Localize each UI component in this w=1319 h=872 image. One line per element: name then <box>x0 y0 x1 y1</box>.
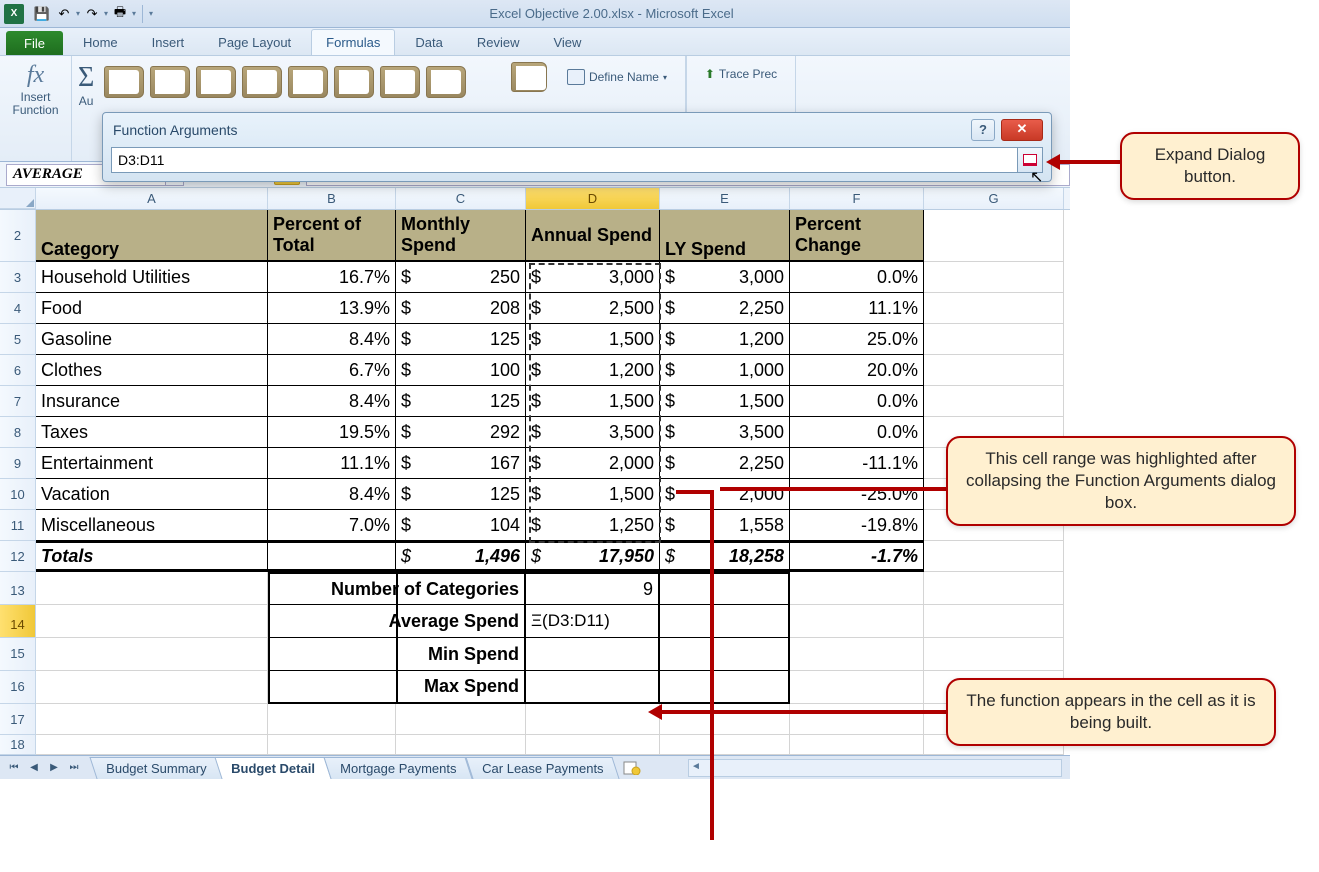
table-header-row: 2 Category Percent of Total Monthly Spen… <box>0 210 1070 262</box>
dialog-help-button[interactable]: ? <box>971 119 995 141</box>
table-row: 6Clothes6.7%$100$1,200$1,00020.0% <box>0 355 1070 386</box>
stat-row: 15 Min Spend <box>0 638 1070 671</box>
autosum-label: Au <box>79 94 94 108</box>
tab-view[interactable]: View <box>539 30 595 55</box>
fx-icon: fx <box>27 62 44 89</box>
print-icon[interactable]: 🖶 <box>110 4 130 24</box>
callout-cell-range: This cell range was highlighted after co… <box>946 436 1296 526</box>
sigma-icon: Σ <box>78 62 94 94</box>
quick-access-toolbar: X 💾 ↶ ▾ ↷ ▾ 🖶 ▾ ▾ <box>0 4 153 24</box>
table-row: 11Miscellaneous7.0%$104$1,250$1,558-19.8… <box>0 510 1070 541</box>
window-title: Excel Objective 2.00.xlsx - Microsoft Ex… <box>153 6 1070 21</box>
excel-icon: X <box>4 4 24 24</box>
table-row: 5Gasoline8.4%$125$1,500$1,20025.0% <box>0 324 1070 355</box>
recently-used-icon[interactable] <box>104 66 144 98</box>
tag-icon <box>567 69 585 85</box>
tab-insert[interactable]: Insert <box>138 30 199 55</box>
table-row: 10Vacation8.4%$125$1,500$2,000-25.0% <box>0 479 1070 510</box>
callout-function-cell: The function appears in the cell as it i… <box>946 678 1276 746</box>
next-sheet-button[interactable]: ▶ <box>44 759 64 777</box>
define-name-button[interactable]: Define Name ▾ <box>561 66 673 88</box>
save-icon[interactable]: 💾 <box>32 4 52 24</box>
col-header-d[interactable]: D <box>526 188 660 209</box>
select-all-corner[interactable] <box>0 188 36 209</box>
date-time-icon[interactable] <box>288 66 328 98</box>
last-sheet-button[interactable]: ⏭ <box>64 759 84 777</box>
expand-dialog-icon <box>1023 154 1037 166</box>
name-manager-icon[interactable] <box>511 62 547 92</box>
financial-icon[interactable] <box>150 66 190 98</box>
stat-row: 13 Number of Categories 9 <box>0 572 1070 605</box>
sheet-tab-budget-detail[interactable]: Budget Detail <box>215 757 332 779</box>
new-sheet-button[interactable] <box>616 761 648 775</box>
annotation-arrow <box>710 490 714 840</box>
title-bar: X 💾 ↶ ▾ ↷ ▾ 🖶 ▾ ▾ Excel Objective 2.00.x… <box>0 0 1070 28</box>
function-arguments-dialog[interactable]: Function Arguments ? ✕ <box>102 112 1052 182</box>
stat-row: 16 Max Spend <box>0 671 1070 704</box>
sheet-tab-car-lease[interactable]: Car Lease Payments <box>465 757 620 779</box>
ribbon-tabs: File Home Insert Page Layout Formulas Da… <box>0 28 1070 56</box>
tab-page-layout[interactable]: Page Layout <box>204 30 305 55</box>
logical-icon[interactable] <box>196 66 236 98</box>
more-functions-icon[interactable] <box>426 66 466 98</box>
col-header-a[interactable]: A <box>36 188 268 209</box>
sheet-tab-bar: ⏮ ◀ ▶ ⏭ Budget Summary Budget Detail Mor… <box>0 755 1070 779</box>
text-icon[interactable] <box>242 66 282 98</box>
horizontal-scrollbar[interactable] <box>688 759 1062 777</box>
stat-row: 14 Average Spend Ξ(D3:D11) <box>0 605 1070 638</box>
sheet-tab-mortgage[interactable]: Mortgage Payments <box>324 757 473 779</box>
sheet-tab-budget-summary[interactable]: Budget Summary <box>89 757 223 779</box>
trace-precedents-button[interactable]: ⬆ Trace Prec <box>699 64 783 84</box>
undo-icon[interactable]: ↶ <box>54 4 74 24</box>
prev-sheet-button[interactable]: ◀ <box>24 759 44 777</box>
table-row: 8Taxes19.5%$292$3,500$3,5000.0% <box>0 417 1070 448</box>
col-header-e[interactable]: E <box>660 188 790 209</box>
dialog-title: Function Arguments <box>113 122 971 138</box>
totals-row: 12 Totals $1,496 $17,950 $18,258 -1.7% <box>0 541 1070 572</box>
cursor-icon: ↖ <box>1030 167 1043 187</box>
table-row: 3Household Utilities16.7%$250$3,000$3,00… <box>0 262 1070 293</box>
tab-formulas[interactable]: Formulas <box>311 29 395 55</box>
col-header-g[interactable]: G <box>924 188 1064 209</box>
tab-data[interactable]: Data <box>401 30 456 55</box>
col-header-b[interactable]: B <box>268 188 396 209</box>
excel-window: X 💾 ↶ ▾ ↷ ▾ 🖶 ▾ ▾ Excel Objective 2.00.x… <box>0 0 1070 779</box>
col-header-c[interactable]: C <box>396 188 526 209</box>
tab-review[interactable]: Review <box>463 30 534 55</box>
redo-icon[interactable]: ↷ <box>82 4 102 24</box>
col-header-f[interactable]: F <box>790 188 924 209</box>
lookup-icon[interactable] <box>334 66 374 98</box>
math-trig-icon[interactable] <box>380 66 420 98</box>
table-row: 4Food13.9%$208$2,500$2,25011.1% <box>0 293 1070 324</box>
dialog-close-button[interactable]: ✕ <box>1001 119 1043 141</box>
insert-function-button[interactable]: fx Insert Function <box>4 58 66 121</box>
callout-expand-dialog: Expand Dialog button. <box>1120 132 1300 200</box>
first-sheet-button[interactable]: ⏮ <box>4 759 24 777</box>
table-row: 9Entertainment11.1%$167$2,000$2,250-11.1… <box>0 448 1070 479</box>
tab-home[interactable]: Home <box>69 30 132 55</box>
row-header[interactable]: 2 <box>0 210 36 262</box>
table-row: 7Insurance8.4%$125$1,500$1,5000.0% <box>0 386 1070 417</box>
worksheet-grid[interactable]: A B C D E F G 2 Category Percent of Tota… <box>0 188 1070 755</box>
dialog-range-input[interactable] <box>111 147 1018 173</box>
tab-file[interactable]: File <box>6 31 63 55</box>
